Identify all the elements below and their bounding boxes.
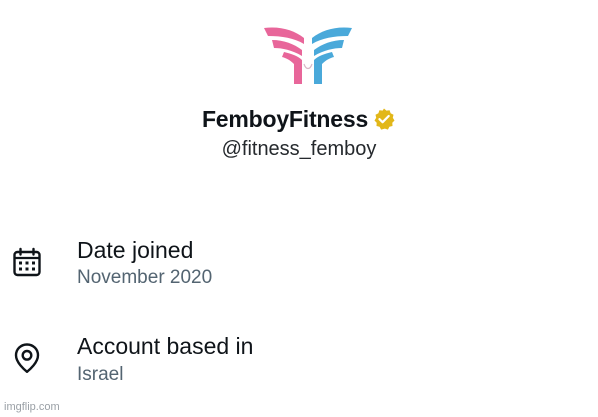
profile-name-row: FemboyFitness — [0, 104, 598, 134]
date-joined-value: November 2020 — [77, 267, 213, 288]
imgflip-watermark: imgflip.com — [4, 401, 60, 413]
info-row-date-joined: Date joined November 2020 — [0, 236, 598, 296]
location-pin-icon — [12, 342, 42, 373]
info-row-location: Account based in Israel — [0, 332, 598, 392]
location-title: Account based in — [77, 333, 254, 359]
date-joined-title: Date joined — [77, 237, 194, 263]
display-name: FemboyFitness — [201, 106, 369, 132]
verified-badge-icon[interactable] — [372, 107, 396, 131]
calendar-icon — [12, 247, 42, 277]
location-value: Israel — [77, 364, 124, 385]
profile-handle: @fitness_femboy — [221, 138, 377, 160]
wings-logo-icon — [264, 27, 352, 84]
brand-logo — [262, 24, 354, 88]
